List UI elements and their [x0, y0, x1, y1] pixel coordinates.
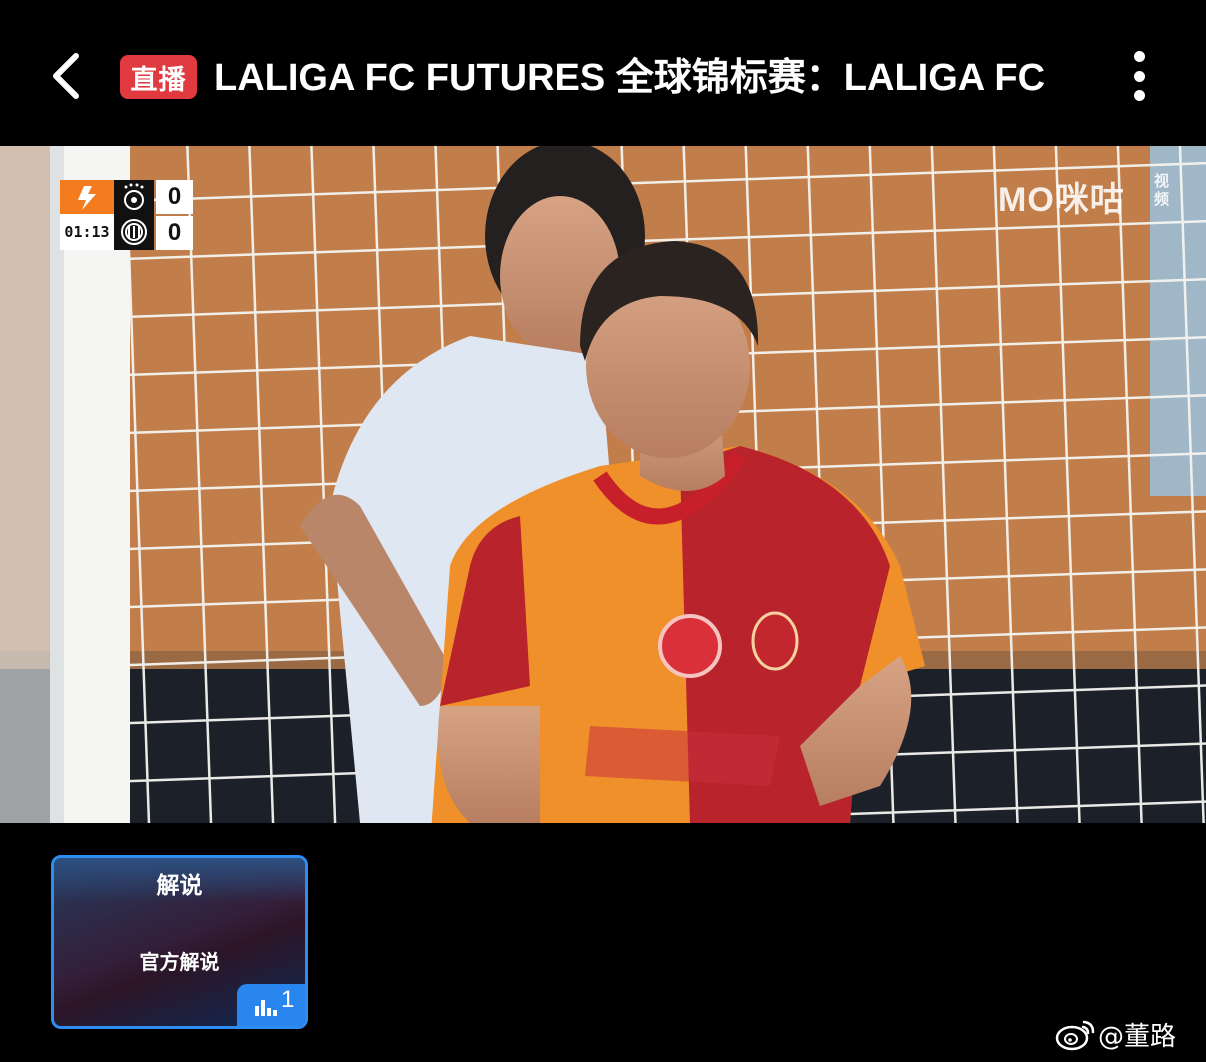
top-bar: 直播 LALIGA FC FUTURES 全球锦标赛：LALIGA FC [0, 0, 1206, 146]
laliga-logo [60, 180, 114, 214]
commentary-option: 官方解说 [139, 950, 220, 974]
listener-count: 1 [281, 986, 295, 1013]
more-options-button[interactable] [1118, 44, 1162, 108]
chevron-left-icon [53, 53, 79, 99]
weibo-icon [1055, 1020, 1095, 1051]
back-button[interactable] [40, 44, 100, 108]
commentary-card[interactable]: 解说 官方解说 1 [51, 855, 308, 1029]
watermark-logo-sub: 视频 [1154, 172, 1171, 208]
weibo-username: @董路 [1098, 1021, 1177, 1052]
home-score: 0 [156, 180, 193, 214]
page-title: LALIGA FC FUTURES 全球锦标赛：LALIGA FC [214, 57, 1046, 99]
away-team-crest-icon [114, 215, 154, 250]
away-score: 0 [156, 216, 193, 250]
watermark-logo-text: ΜΟ咪咕 [998, 181, 1125, 219]
commentary-title: 解说 [156, 873, 203, 899]
live-badge: 直播 [120, 55, 197, 99]
migu-video-watermark: ΜΟ咪咕 视频 [998, 172, 1180, 219]
listener-count-badge: 1 [237, 984, 305, 1026]
match-clock: 01:13 [64, 223, 110, 241]
scoreboard: 01:13 0 0 [60, 180, 193, 250]
home-team-crest-icon [114, 180, 154, 215]
weibo-credit: @董路 [1054, 1014, 1176, 1054]
title-container: LALIGA FC FUTURES 全球锦标赛：LALIGA FC [214, 50, 1084, 106]
